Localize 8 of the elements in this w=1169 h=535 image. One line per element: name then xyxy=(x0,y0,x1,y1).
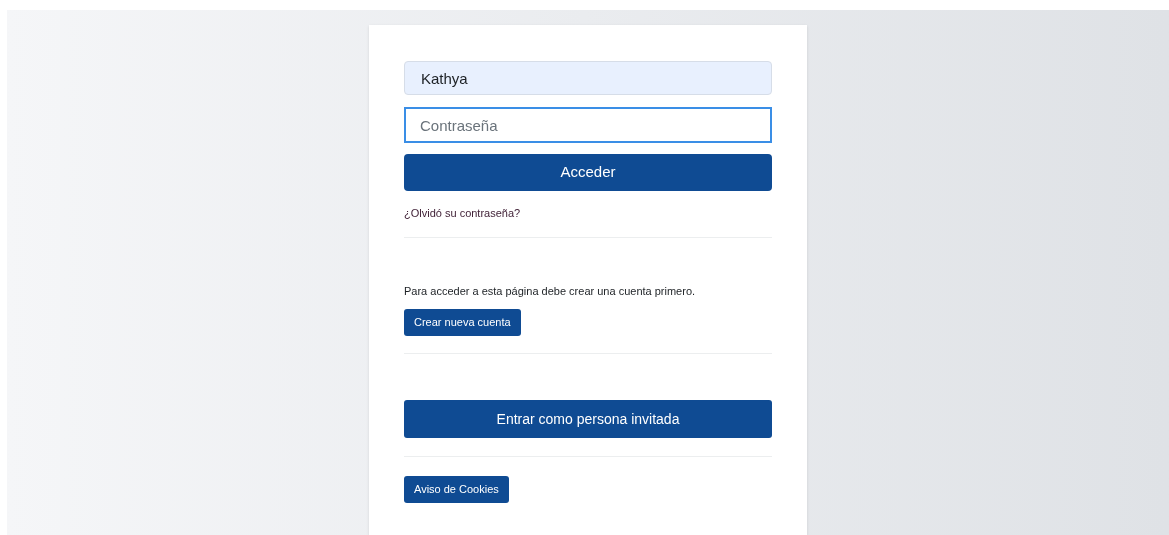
guest-login-button[interactable]: Entrar como persona invitada xyxy=(404,400,772,438)
forgot-password-link[interactable]: ¿Olvidó su contraseña? xyxy=(404,205,521,222)
login-button[interactable]: Acceder xyxy=(404,154,772,191)
password-field[interactable]: Contraseña xyxy=(404,107,772,143)
create-account-button[interactable]: Crear nueva cuenta xyxy=(404,309,521,336)
signup-message: Para acceder a esta página debe crear una cuenta primero. xyxy=(404,283,697,299)
cookie-notice-button[interactable]: Aviso de Cookies xyxy=(404,476,509,503)
username-field[interactable]: Kathya xyxy=(404,61,772,95)
